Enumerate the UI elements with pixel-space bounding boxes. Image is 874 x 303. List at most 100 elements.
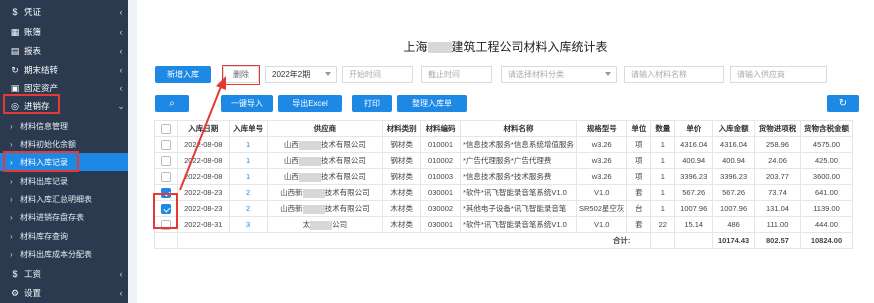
organize-button[interactable]: 整理入库单: [397, 95, 467, 112]
cell-spec: w3.26: [575, 152, 628, 169]
delete-button[interactable]: 删除: [223, 66, 259, 83]
cell-qty: 1: [650, 152, 676, 169]
caret-down-icon: [605, 72, 611, 76]
search-icon: ⌕: [169, 98, 175, 109]
cell-supplier: 太 公司: [266, 216, 384, 233]
nav-item-fixed-asset[interactable]: ▣ 固定资产 ‹: [0, 78, 128, 98]
header-cell: 规格型号: [575, 120, 628, 137]
sub-item-material-info[interactable]: › 材料信息管理: [0, 117, 128, 135]
row-checkbox[interactable]: [160, 139, 171, 150]
redacted-block: [302, 204, 325, 214]
table-total-row: 合计: 10174.43 802.57 10824.00: [154, 232, 854, 249]
sub-item-inbound-summary[interactable]: › 材料入库汇总明细表: [0, 190, 128, 208]
row-checkbox[interactable]: [160, 171, 171, 182]
end-time-input[interactable]: 截止时间: [421, 66, 492, 83]
period-end-icon: ↻: [11, 64, 19, 75]
title-suffix: 建筑工程公司材料入库统计表: [451, 40, 608, 54]
nav-label: 报表: [24, 46, 42, 56]
row-checkbox[interactable]: [160, 155, 171, 166]
search-button[interactable]: ⌕: [155, 95, 189, 112]
checkbox[interactable]: [160, 123, 171, 134]
sub-item-stock-query[interactable]: › 材料库存查询: [0, 227, 128, 245]
nav-item-period-end[interactable]: ↻ 期末结转 ‹: [0, 60, 128, 80]
cell-no[interactable]: 1: [228, 168, 268, 185]
cell-date: 2022-08-23: [176, 184, 230, 201]
redacted-block: [298, 140, 321, 150]
nav-item-settings[interactable]: ⚙ 设置 ‹: [0, 283, 128, 303]
nav-label: 设置: [24, 288, 42, 298]
cell-no[interactable]: 1: [228, 136, 268, 153]
supplier-suffix: 技术有限公司: [324, 204, 370, 213]
cell-amount: 567.26: [712, 184, 756, 201]
table-row[interactable]: 2022-08-23 2 山西新 技术有限公司 木材类 030002 *其他电子设备*讯飞智…: [154, 200, 854, 217]
row-checkbox[interactable]: [160, 219, 171, 230]
supplier-input[interactable]: 请输入供应商: [730, 66, 827, 83]
export-excel-button[interactable]: 导出Excel: [278, 95, 342, 112]
row-select-cell[interactable]: [154, 152, 178, 169]
supplier-prefix: 山西: [283, 156, 299, 165]
cell-total: 444.00: [799, 216, 854, 233]
header-cell: 材料名称: [460, 120, 577, 137]
cell-no[interactable]: 2: [228, 200, 268, 217]
new-inbound-button[interactable]: 新增入库: [155, 66, 211, 83]
nav-label: 凭证: [24, 7, 42, 17]
nav-item-report[interactable]: ▤ 报表 ‹: [0, 41, 128, 61]
cell-qty: 1: [650, 136, 676, 153]
row-checkbox[interactable]: [160, 203, 171, 214]
cell-total: 425.00: [799, 152, 854, 169]
chevron-right-icon: ›: [10, 194, 13, 204]
sub-item-cost-allocation[interactable]: › 材料出库成本分配表: [0, 245, 128, 263]
header-select-all[interactable]: [154, 120, 178, 137]
chevron-down-icon: ⌄: [117, 100, 125, 111]
table-row[interactable]: 2022-08-23 2 山西新 技术有限公司 木材类 030001 *软件*讯飞智能录音笔…: [154, 184, 854, 201]
import-button[interactable]: 一键导入: [221, 95, 273, 112]
row-select-cell[interactable]: [154, 200, 178, 217]
salary-icon: $: [12, 269, 18, 279]
sub-item-material-init[interactable]: › 材料初始化余额: [0, 135, 128, 153]
nav-item-voucher[interactable]: $ 凭证 ‹: [0, 2, 128, 22]
table-row[interactable]: 2022-08-08 1 山西 技术有限公司 钢材类 010001 *信息技术服务*信息系统…: [154, 136, 854, 153]
print-button[interactable]: 打印: [352, 95, 392, 112]
sub-item-stock-count[interactable]: › 材料进销存盘存表: [0, 208, 128, 226]
material-name-input[interactable]: 请输入材料名称: [624, 66, 724, 83]
row-select-cell[interactable]: [154, 184, 178, 201]
period-value: 2022年2期: [272, 70, 311, 79]
total-cell: [650, 232, 676, 249]
header-cell: 入库日期: [176, 120, 230, 137]
table-row[interactable]: 2022-08-31 3 太 公司 木材类 030001 *软件*讯飞智能录音笔系统V1.0…: [154, 216, 854, 233]
cell-no[interactable]: 3: [228, 216, 268, 233]
start-time-input[interactable]: 开始时间: [342, 66, 413, 83]
sub-item-material-outbound[interactable]: › 材料出库记录: [0, 172, 128, 190]
chevron-left-icon: ‹: [119, 288, 123, 298]
row-select-cell[interactable]: [154, 168, 178, 185]
cell-code: 010001: [420, 136, 462, 153]
row-select-cell[interactable]: [154, 136, 178, 153]
nav-label: 进销存: [24, 101, 50, 111]
nav-item-ledger[interactable]: ▦ 账簿 ‹: [0, 22, 128, 42]
cell-price: 567.26: [674, 184, 714, 201]
cell-date: 2022-08-23: [176, 200, 230, 217]
gear-icon: ⚙: [10, 287, 20, 298]
nav-item-inventory[interactable]: ◎ 进销存 ⌄: [0, 96, 128, 116]
sub-item-material-inbound[interactable]: › 材料入库记录: [0, 153, 128, 171]
cell-total: 641.00: [799, 184, 854, 201]
row-checkbox[interactable]: [160, 187, 171, 198]
cell-no[interactable]: 2: [228, 184, 268, 201]
category-select[interactable]: 请选择材料分类: [501, 66, 617, 83]
cell-category: 木材类: [382, 200, 422, 217]
header-cell: 数量: [650, 120, 676, 137]
nav-item-salary[interactable]: $ 工资 ‹: [0, 264, 128, 284]
cell-category: 钢材类: [382, 168, 422, 185]
cell-amount: 4316.04: [712, 136, 756, 153]
cell-amount: 3396.23: [712, 168, 756, 185]
period-select[interactable]: 2022年2期: [265, 66, 337, 83]
table-row[interactable]: 2022-08-08 1 山西 技术有限公司 钢材类 010002 *广告代理服务*广告代理…: [154, 152, 854, 169]
row-select-cell[interactable]: [154, 216, 178, 233]
refresh-button[interactable]: ↻: [827, 95, 859, 112]
table-row[interactable]: 2022-08-08 1 山西 技术有限公司 钢材类 010003 *信息技术服务*技术服务…: [154, 168, 854, 185]
cell-no[interactable]: 1: [228, 152, 268, 169]
cell-name: *软件*讯飞智能录音笔系统V1.0: [460, 216, 577, 233]
supplier-suffix: 技术有限公司: [320, 156, 366, 165]
cell-date: 2022-08-08: [176, 136, 230, 153]
table-header-row: 入库日期 入库单号 供应商 材料类别 材料编码 材料名称 规格型号 单位 数量 …: [154, 120, 854, 137]
